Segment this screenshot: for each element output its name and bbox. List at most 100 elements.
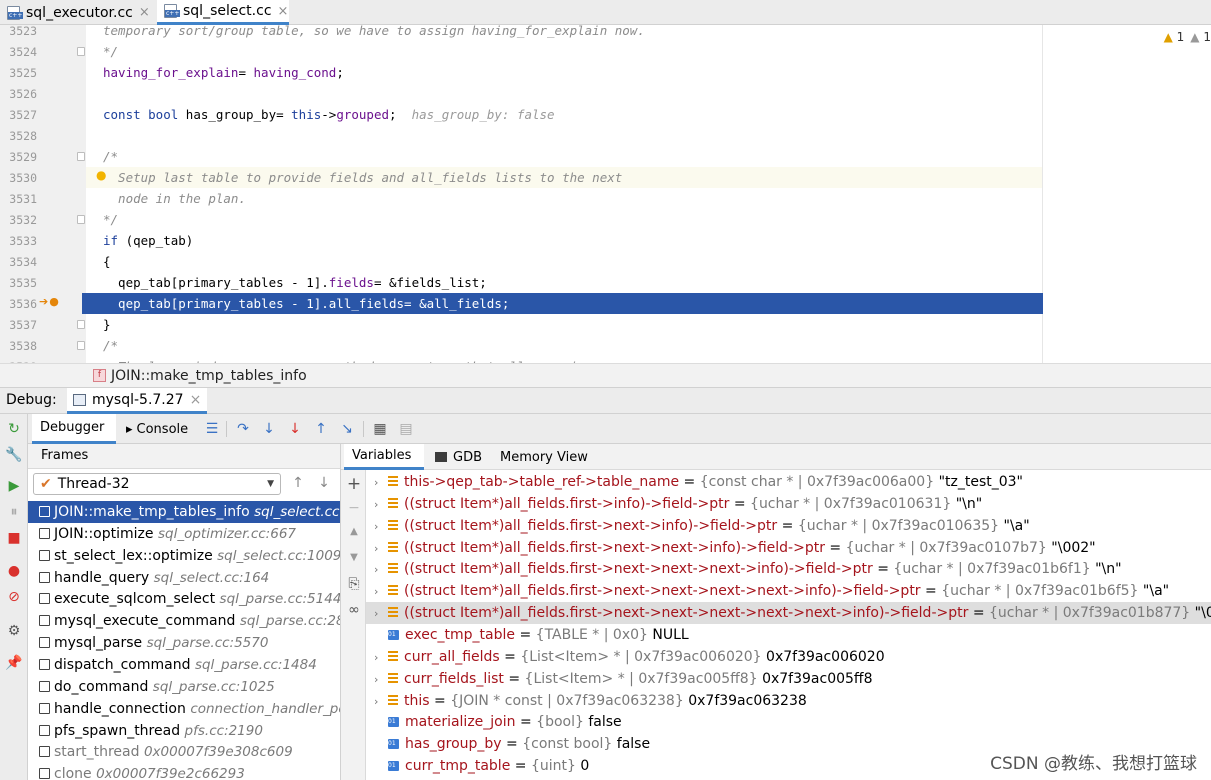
frame-item[interactable]: execute_sqlcom_select sql_parse.cc:5144 [28,588,340,610]
debug-session-tab[interactable]: mysql-5.7.27 × [67,388,208,414]
line-number[interactable]: 3524 [0,45,37,59]
code-line[interactable]: const bool has_group_by= this->grouped; … [86,104,1042,125]
variable-row[interactable]: › curr_all_fields = {List<Item> * | 0x7f3… [366,646,1211,668]
variable-row[interactable]: › ((struct Item*)all_fields.first->next->… [366,558,1211,580]
variable-row[interactable]: › ((struct Item*)all_fields.first->next->… [366,580,1211,602]
code-line[interactable]: Setup last table to provide fields and a… [86,167,1042,188]
variable-row[interactable]: exec_tmp_table = {TABLE * | 0x0} NULL [366,624,1211,646]
line-number[interactable]: 3529 [0,150,37,164]
move-up-icon[interactable]: ▲ [345,526,363,537]
fold-marker-icon[interactable] [77,215,85,224]
tab-debugger[interactable]: Debugger [32,414,116,444]
breadcrumb-function[interactable]: JOIN::make_tmp_tables_info [111,368,307,384]
arrow-up-icon[interactable]: ↑ [290,475,306,491]
variable-row[interactable]: › this->qep_tab->table_ref->table_name = … [366,471,1211,493]
chevron-right-icon[interactable]: › [374,559,388,581]
line-number[interactable]: 3525 [0,66,37,80]
chevron-right-icon[interactable]: › [374,581,388,603]
add-watch-icon[interactable]: + [345,474,363,494]
editor-gutter[interactable]: 3523 3524 3525 3526 3527 3528 3529 3530 3531 3532… [0,25,86,363]
variable-row[interactable]: materialize_join = {bool} false [366,711,1211,733]
execution-point-breakpoint-icon[interactable]: ➔● [39,295,60,308]
layout-menu-icon[interactable]: ☰ [203,420,221,438]
tab-sql-executor[interactable]: sql_executor.cc × [0,0,155,25]
evaluate-expression-icon[interactable]: ▦ [371,420,389,438]
view-breakpoints-icon[interactable]: ● [5,562,23,580]
frame-item[interactable]: st_select_lex::optimize sql_select.cc:10… [28,545,340,567]
variable-row[interactable]: › curr_fields_list = {List<Item> * | 0x7f… [366,668,1211,690]
variable-row[interactable]: › this = {JOIN * const | 0x7f39ac063238} … [366,690,1211,712]
code-line[interactable]: The loose index scan access method guara… [86,356,1042,363]
inspection-widget[interactable]: ▲ 1 ▲ 1 [1164,30,1211,44]
frame-item[interactable]: handle_connection connection_handler_per… [28,698,340,720]
force-step-into-icon[interactable]: ↓ [286,420,304,438]
close-icon[interactable]: × [278,4,289,19]
show-watches-icon[interactable]: ∞ [345,602,363,618]
step-out-icon[interactable]: ↑ [312,420,330,438]
fold-marker-icon[interactable] [77,47,85,56]
close-icon[interactable]: × [190,392,202,408]
chevron-right-icon[interactable]: › [374,669,388,691]
frame-item[interactable]: start_thread 0x00007f39e308c609 [28,741,340,763]
code-line[interactable]: /* [86,335,1042,356]
line-number[interactable]: 3527 [0,108,37,122]
move-down-icon[interactable]: ▼ [345,552,363,563]
frame-item[interactable]: pfs_spawn_thread pfs.cc:2190 [28,720,340,742]
line-number[interactable]: 3533 [0,234,37,248]
frame-item[interactable]: do_command sql_parse.cc:1025 [28,676,340,698]
copy-icon[interactable]: ⎘ [345,576,363,592]
chevron-right-icon[interactable]: › [374,691,388,713]
code-line[interactable]: node in the plan. [86,188,1042,209]
pin-icon[interactable]: 📌 [5,654,23,672]
pause-icon[interactable]: ⏸ [5,503,23,521]
table-view-icon[interactable]: ▤ [397,420,415,438]
variable-row[interactable]: › ((struct Item*)all_fields.first->next->… [366,537,1211,559]
code-line[interactable] [86,125,1042,146]
code-line[interactable]: if (qep_tab) [86,230,1042,251]
chevron-right-icon[interactable]: › [374,603,388,625]
line-number[interactable]: 3537 [0,318,37,332]
frame-item[interactable]: JOIN::optimize sql_optimizer.cc:667 [28,523,340,545]
code-line[interactable]: temporary sort/group table, so we have t… [86,25,1042,41]
rerun-icon[interactable]: ↻ [5,420,23,438]
tab-variables[interactable]: Variables [344,444,424,470]
code-line[interactable]: qep_tab[primary_tables - 1].fields= &fie… [86,272,1042,293]
tab-console[interactable]: ▸ Console [118,414,202,444]
variable-row[interactable]: › ((struct Item*)all_fields.first->next->… [366,602,1211,625]
step-over-icon[interactable]: ↷ [234,420,252,438]
line-number[interactable]: 3535 [0,276,37,290]
stop-icon[interactable]: ■ [5,529,23,547]
line-number[interactable]: 3523 [0,25,37,38]
tab-memory-view[interactable]: Memory View [492,444,596,470]
gear-icon[interactable]: ⚙ [5,622,23,640]
frame-item[interactable]: JOIN::make_tmp_tables_info sql_select.cc… [28,501,340,523]
frame-item[interactable]: mysql_execute_command sql_parse.cc:2813 [28,610,340,632]
frame-item[interactable]: dispatch_command sql_parse.cc:1484 [28,654,340,676]
frame-item[interactable]: clone 0x00007f39e2c66293 [28,763,340,780]
line-number[interactable]: 3528 [0,129,37,143]
code-line[interactable]: */ [86,41,1042,62]
line-number[interactable]: 3532 [0,213,37,227]
line-number[interactable]: 3531 [0,192,37,206]
close-icon[interactable]: × [139,5,150,20]
remove-watch-icon[interactable]: − [345,500,363,516]
code-line[interactable]: { [86,251,1042,272]
code-line[interactable] [86,83,1042,104]
variable-row[interactable]: › ((struct Item*)all_fields.first->info)-… [366,493,1211,515]
step-into-icon[interactable]: ↓ [260,420,278,438]
variable-row[interactable]: › ((struct Item*)all_fields.first->next->… [366,515,1211,537]
resume-icon[interactable]: ▶ [5,477,23,495]
run-to-cursor-icon[interactable]: ↘ [338,420,356,438]
line-number[interactable]: 3534 [0,255,37,269]
frame-item[interactable]: mysql_parse sql_parse.cc:5570 [28,632,340,654]
code-line[interactable]: } [86,314,1042,335]
code-line[interactable]: */ [86,209,1042,230]
code-line[interactable]: /* [86,146,1042,167]
tab-gdb[interactable]: GDB [427,444,490,470]
settings-wrench-icon[interactable]: 🔧 [5,446,23,464]
code-editor[interactable]: 3523 3524 3525 3526 3527 3528 3529 3530 3531 3532… [0,25,1211,363]
line-number[interactable]: 3536 [0,297,37,311]
line-number[interactable]: 3538 [0,339,37,353]
chevron-right-icon[interactable]: › [374,647,388,669]
line-number[interactable]: 3526 [0,87,37,101]
